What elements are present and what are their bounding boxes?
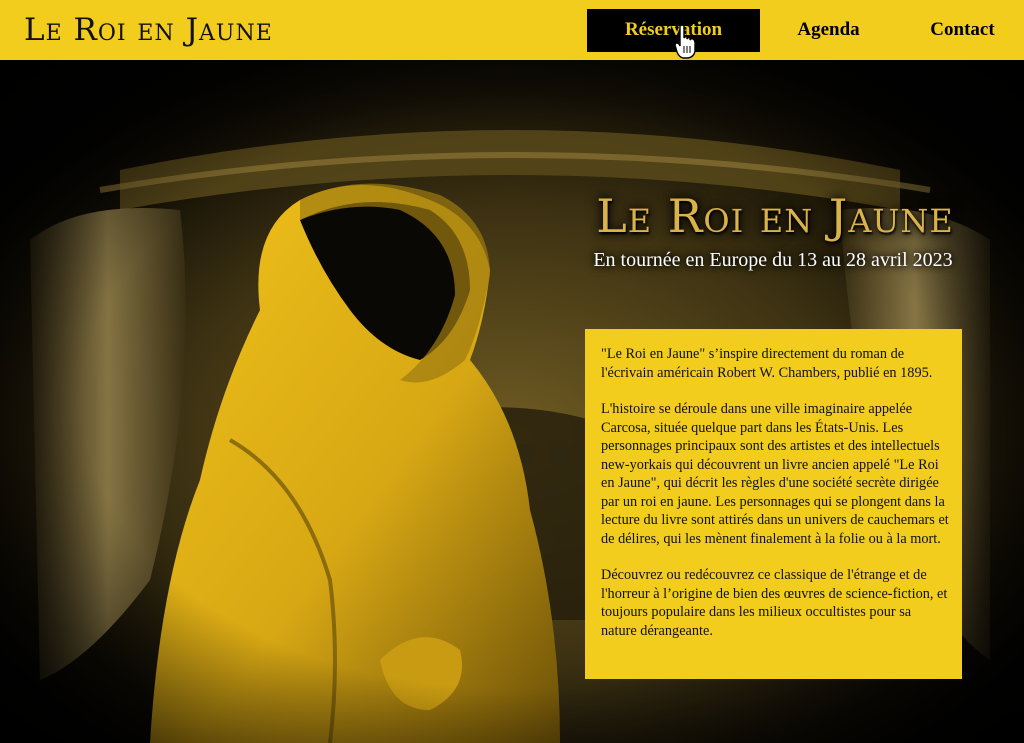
description-box: "Le Roi en Jaune" s’inspire directement … <box>585 329 962 679</box>
description-paragraph: Découvrez ou redécouvrez ce classique de… <box>601 567 948 639</box>
site-logo[interactable]: Le Roi en Jaune <box>24 8 273 52</box>
hero-section: Le Roi en Jaune En tournée en Europe du … <box>0 60 1024 743</box>
hero-title: Le Roi en Jaune <box>596 189 954 243</box>
nav-contact[interactable]: Contact <box>897 9 1024 52</box>
main-nav: Réservation Agenda Contact <box>587 9 1024 52</box>
hand-pointer-icon <box>674 24 696 59</box>
description-paragraph: "Le Roi en Jaune" s’inspire directement … <box>601 346 933 381</box>
nav-agenda[interactable]: Agenda <box>760 9 897 52</box>
hero-subtitle: En tournée en Europe du 13 au 28 avril 2… <box>593 249 953 271</box>
description-paragraph: L'histoire se déroule dans une ville ima… <box>601 401 949 547</box>
site-header: Le Roi en Jaune Réservation Agenda Conta… <box>0 0 1024 60</box>
